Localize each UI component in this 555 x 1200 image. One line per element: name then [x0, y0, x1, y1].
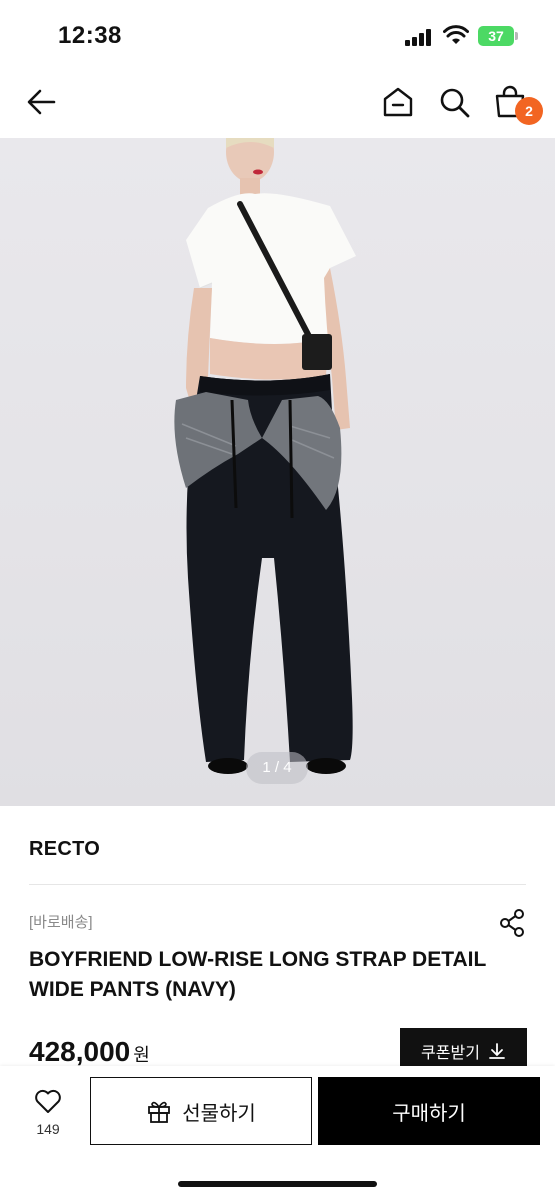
cart-count-badge: 2: [515, 97, 543, 125]
price-value: 428,000: [29, 1036, 131, 1067]
download-icon: [489, 1043, 505, 1059]
status-bar: 12:38 37: [0, 0, 555, 70]
image-pager: 1 / 4: [246, 752, 308, 784]
gift-label: 선물하기: [182, 1102, 256, 1125]
battery-level: 37: [478, 26, 514, 46]
gift-icon: [148, 1101, 171, 1123]
coupon-label: 쿠폰받기: [421, 1045, 480, 1062]
price-currency: 원: [133, 1045, 150, 1065]
like-button[interactable]: 149: [22, 1088, 74, 1148]
search-icon[interactable]: [436, 84, 472, 120]
product-price: 428,000 원: [29, 1036, 150, 1068]
heart-icon: [35, 1089, 61, 1113]
product-title: BOYFRIEND LOW-RISE LONG STRAP DETAIL WID…: [29, 948, 486, 1001]
divider: [29, 884, 526, 885]
share-icon[interactable]: [497, 908, 527, 938]
bottom-action-bar: 149 선물하기 구매하기: [0, 1066, 555, 1200]
like-count: 149: [36, 1121, 60, 1137]
buy-label: 구매하기: [392, 1102, 466, 1125]
buy-button[interactable]: 구매하기: [318, 1077, 540, 1145]
back-arrow-icon[interactable]: [24, 84, 60, 120]
model-illustration: [174, 138, 356, 774]
battery-icon: 37: [478, 26, 518, 46]
cellular-signal-icon: [405, 28, 435, 46]
home-icon[interactable]: [380, 84, 416, 120]
shipping-tag: [바로배송]: [29, 914, 93, 931]
wifi-icon: [443, 25, 469, 44]
brand-name[interactable]: RECTO: [29, 838, 100, 861]
product-image[interactable]: [0, 138, 555, 806]
gift-button[interactable]: 선물하기: [90, 1077, 312, 1145]
nav-bar: 2: [0, 70, 555, 138]
home-indicator: [178, 1181, 377, 1187]
status-time: 12:38: [58, 22, 122, 49]
